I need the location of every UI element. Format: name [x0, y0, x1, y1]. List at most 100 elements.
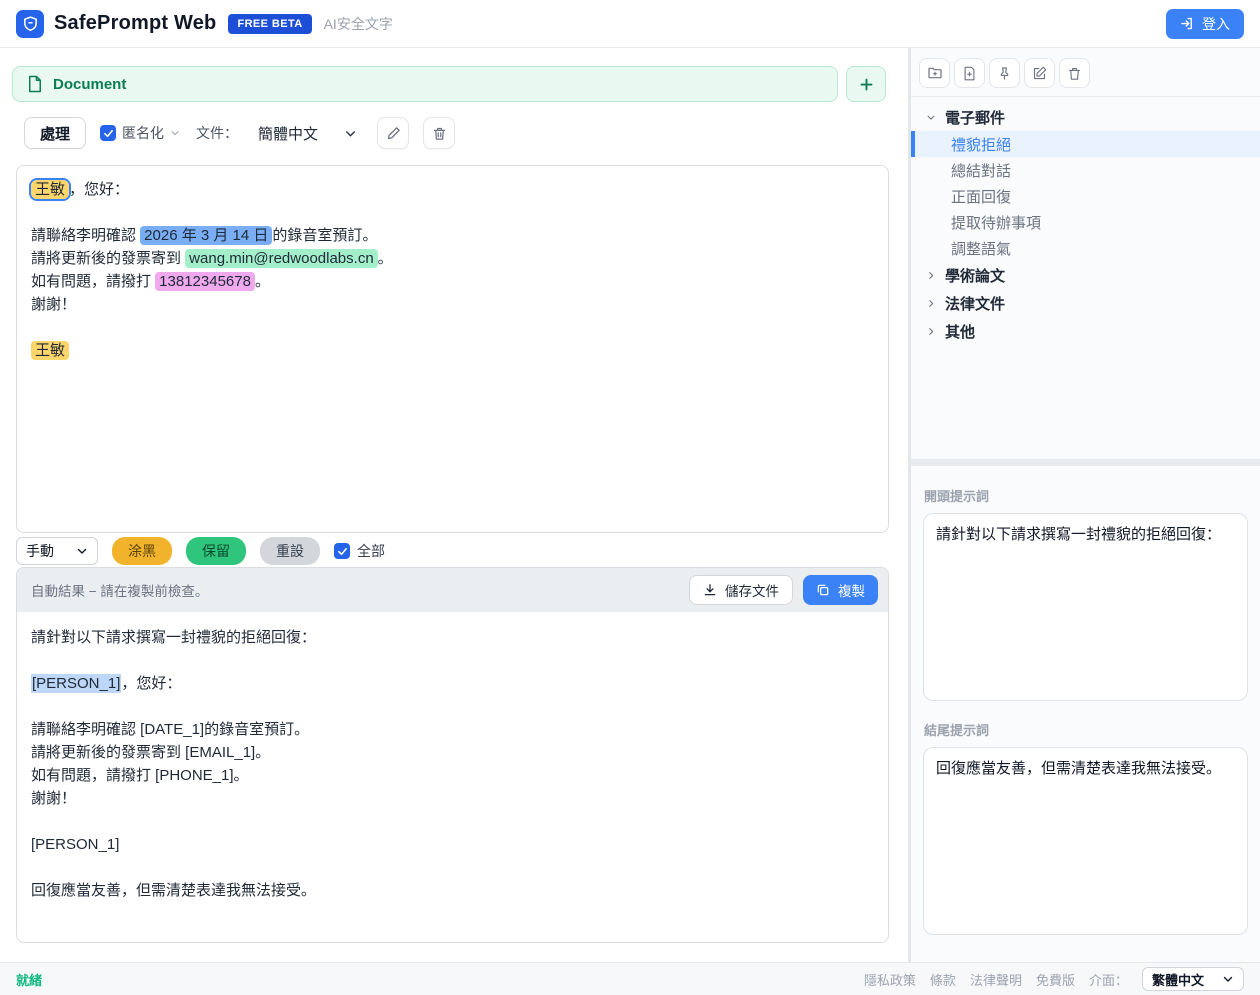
text-segment: 請將更新後的發票寄到	[31, 250, 185, 267]
app-subtitle: AI安全文字	[324, 14, 393, 34]
status-links: 隱私政策條款法律聲明免費版介面： 繁體中文	[864, 967, 1244, 991]
tree-folder[interactable]: 法律文件	[911, 289, 1260, 317]
checkmark-icon	[334, 543, 350, 559]
mode-value: 手動	[26, 541, 54, 561]
interface-language-value: 繁體中文	[1152, 970, 1204, 989]
edit-icon	[1032, 66, 1047, 81]
tree-folder[interactable]: 電子郵件	[911, 103, 1260, 131]
document-line: 如有問題，請撥打 13812345678。	[31, 270, 874, 293]
result-line: [PERSON_1]	[31, 833, 874, 856]
redact-button[interactable]: 涂黑	[112, 537, 172, 565]
prompt-sidebar: 電子郵件禮貌拒絕總結對話正面回復提取待辦事項調整語氣學術論文法律文件其他 開頭提…	[908, 48, 1260, 962]
document-language-value: 簡體中文	[258, 123, 318, 144]
tree-folder-label: 其他	[945, 321, 975, 342]
status-link[interactable]: 條款	[930, 970, 956, 989]
sel-highlight[interactable]: [PERSON_1]	[31, 674, 121, 693]
pin-button[interactable]	[989, 58, 1020, 88]
result-line	[31, 810, 874, 833]
text-segment: 回復應當友善，但需清楚表達我無法接受。	[31, 882, 316, 899]
mode-select[interactable]: 手動	[16, 537, 98, 565]
document-tab[interactable]: Document	[12, 66, 838, 102]
document-icon	[27, 75, 43, 93]
text-segment: ，您好：	[69, 181, 129, 198]
new-file-button[interactable]	[954, 58, 985, 88]
edit-prompt-button[interactable]	[1024, 58, 1055, 88]
date-highlight[interactable]: 2026 年 3 月 14 日	[140, 226, 272, 245]
interface-language-select[interactable]: 繁體中文	[1142, 967, 1244, 991]
result-content[interactable]: 請針對以下請求撰寫一封禮貌的拒絕回復： [PERSON_1]，您好： 請聯絡李明…	[17, 612, 888, 942]
result-line: 謝謝！	[31, 787, 874, 810]
tree-folder-label: 電子郵件	[945, 107, 1005, 128]
status-link[interactable]: 法律聲明	[970, 970, 1022, 989]
chevron-down-icon	[1222, 973, 1234, 985]
text-segment: 的錄音室預訂。	[272, 227, 377, 244]
new-folder-button[interactable]	[919, 58, 950, 88]
document-language-select[interactable]: 簡體中文	[252, 119, 363, 148]
login-label: 登入	[1202, 14, 1230, 34]
document-line: 請聯絡李明確認 2026 年 3 月 14 日的錄音室預訂。	[31, 224, 874, 247]
shield-logo-icon	[16, 10, 44, 38]
result-notice: 自動結果 − 請在複製前檢查。	[31, 580, 208, 600]
document-tab-label: Document	[53, 76, 126, 93]
document-line: 王敏	[31, 339, 874, 362]
tree-item[interactable]: 調整語氣	[911, 235, 1260, 261]
process-button[interactable]: 處理	[24, 117, 86, 149]
text-segment: ，您好：	[121, 675, 181, 692]
text-segment: [PERSON_1]	[31, 836, 119, 853]
prompt-editors: 開頭提示詞 請針對以下請求撰寫一封禮貌的拒絕回復： 結尾提示詞 回復應當友善，但…	[911, 466, 1260, 948]
status-link[interactable]: 免費版	[1036, 970, 1075, 989]
select-all-checkbox[interactable]: 全部	[334, 541, 385, 561]
edit-document-button[interactable]	[377, 117, 409, 149]
document-content[interactable]: 王敏，您好： 請聯絡李明確認 2026 年 3 月 14 日的錄音室預訂。請將更…	[16, 165, 889, 533]
document-line	[31, 316, 874, 339]
tail-prompt-input[interactable]: 回復應當友善，但需清楚表達我無法接受。	[923, 747, 1248, 935]
tree-item[interactable]: 禮貌拒絕	[911, 131, 1260, 157]
status-link[interactable]: 隱私政策	[864, 970, 916, 989]
status-bar: 就緒 隱私政策條款法律聲明免費版介面： 繁體中文	[0, 962, 1260, 995]
keep-button[interactable]: 保留	[186, 537, 246, 565]
tree-item[interactable]: 提取待辦事項	[911, 209, 1260, 235]
chevron-down-icon	[926, 112, 936, 123]
panel-splitter[interactable]	[911, 459, 1260, 466]
result-line	[31, 649, 874, 672]
trash-icon	[432, 126, 447, 141]
text-segment: 請將更新後的發票寄到 [EMAIL_1]。	[31, 744, 270, 761]
result-section: 自動結果 − 請在複製前檢查。 儲存文件 複製 請針對以下請求撰寫一封禮貌的拒絕…	[16, 567, 889, 943]
trash-icon	[1067, 66, 1082, 81]
anonymize-label: 匿名化	[122, 123, 164, 143]
reset-button[interactable]: 重設	[260, 537, 320, 565]
tree-item[interactable]: 總結對話	[911, 157, 1260, 183]
app-title: SafePrompt Web	[54, 12, 216, 35]
text-segment: 。	[255, 273, 270, 290]
new-folder-icon	[927, 65, 943, 81]
email-highlight[interactable]: wang.min@redwoodlabs.cn	[185, 249, 378, 268]
login-button[interactable]: 登入	[1166, 9, 1244, 39]
document-line: 王敏，您好：	[31, 178, 874, 201]
phone-highlight[interactable]: 13812345678	[155, 272, 255, 291]
head-prompt-input[interactable]: 請針對以下請求撰寫一封禮貌的拒絕回復：	[923, 513, 1248, 701]
result-header: 自動結果 − 請在複製前檢查。 儲存文件 複製	[17, 568, 888, 612]
delete-prompt-button[interactable]	[1059, 58, 1090, 88]
tree-folder[interactable]: 學術論文	[911, 261, 1260, 289]
result-line	[31, 695, 874, 718]
person-active-highlight[interactable]: 王敏	[31, 180, 69, 199]
add-document-button[interactable]	[846, 66, 886, 102]
status-text: 就緒	[16, 970, 42, 989]
anonymize-checkbox[interactable]: 匿名化	[100, 123, 180, 143]
tree-item[interactable]: 正面回復	[911, 183, 1260, 209]
result-line: 請針對以下請求撰寫一封禮貌的拒絕回復：	[31, 626, 874, 649]
text-segment: 謝謝！	[31, 790, 76, 807]
copy-button[interactable]: 複製	[803, 575, 878, 605]
delete-document-button[interactable]	[423, 117, 455, 149]
person-highlight[interactable]: 王敏	[31, 341, 69, 360]
app-header: SafePrompt Web FREE BETA AI安全文字 登入	[0, 0, 1260, 48]
checkmark-icon	[100, 125, 116, 141]
annotation-controls: 手動 涂黑 保留 重設 全部	[16, 537, 908, 565]
text-segment: 如有問題，請撥打 [PHONE_1]。	[31, 767, 249, 784]
save-file-button[interactable]: 儲存文件	[689, 575, 793, 605]
prompt-tree: 電子郵件禮貌拒絕總結對話正面回復提取待辦事項調整語氣學術論文法律文件其他	[911, 97, 1260, 459]
pencil-icon	[386, 126, 401, 141]
workspace-panel: Document 處理 匿名化 文件： 簡體中文	[0, 48, 908, 962]
tree-folder[interactable]: 其他	[911, 317, 1260, 345]
document-line	[31, 201, 874, 224]
